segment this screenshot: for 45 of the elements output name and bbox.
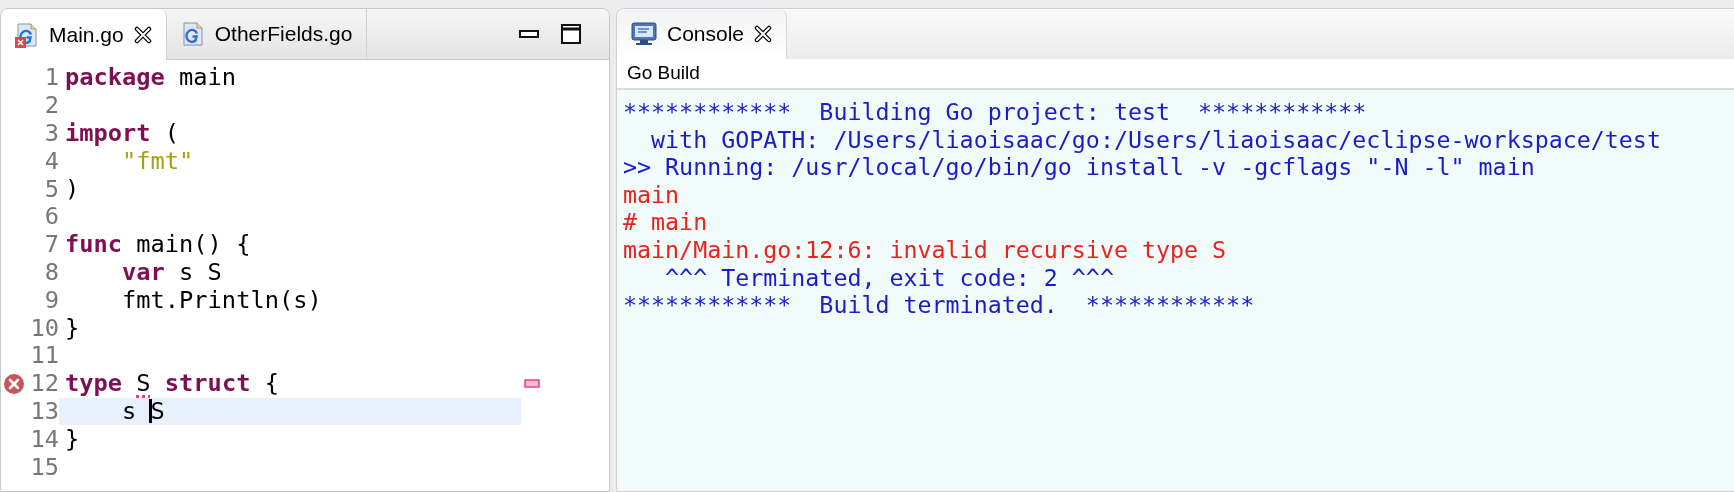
console-line: main/Main.go:12:6: invalid recursive type S xyxy=(623,235,1227,264)
line-number: 10 xyxy=(30,314,59,342)
close-icon[interactable] xyxy=(133,25,152,44)
console-line: main xyxy=(623,180,680,209)
line-number: 4 xyxy=(44,147,59,175)
editor-tab[interactable]: Main.go xyxy=(1,9,167,60)
code-line: package main xyxy=(65,63,237,92)
console-line: ^^^ Terminated, exit code: 2 ^^^ xyxy=(664,263,1114,292)
line-number: 12 xyxy=(30,370,59,398)
line-number: 14 xyxy=(30,425,59,453)
console-tab[interactable]: Console xyxy=(617,9,788,59)
code-line: type S struct { xyxy=(65,369,279,398)
console-line: # main xyxy=(623,208,708,236)
code-line: import ( xyxy=(65,119,180,147)
minimize-icon[interactable] xyxy=(519,30,539,38)
line-number: 3 xyxy=(44,120,59,147)
line-number: 7 xyxy=(44,231,59,259)
line-number: 2 xyxy=(44,92,59,120)
line-number: 15 xyxy=(30,453,59,481)
line-number: 5 xyxy=(44,175,59,203)
line-number: 8 xyxy=(44,258,59,286)
line-number: 6 xyxy=(44,203,59,231)
code-line: ) xyxy=(65,174,80,203)
line-number: 13 xyxy=(30,397,59,425)
code-line: } xyxy=(65,313,80,342)
console-line: ************ Build terminated. ************ xyxy=(623,291,1255,319)
code-line: fmt.Println(s) xyxy=(121,285,322,314)
code-line: func main() { xyxy=(65,230,251,259)
error-overview-mark[interactable] xyxy=(524,378,540,388)
text-cursor xyxy=(148,398,152,423)
code-line: var s S xyxy=(121,257,222,286)
line-number: 11 xyxy=(30,342,59,370)
code-line: s S xyxy=(121,396,165,425)
code-line: "fmt" xyxy=(121,146,194,175)
go-file-icon xyxy=(180,21,205,47)
console-line: with GOPATH: /Users/liaoisaac/go:/Users/liaoisaac/eclipse-workspace/test xyxy=(650,125,1661,154)
maximize-icon[interactable] xyxy=(561,24,581,44)
line-number: 1 xyxy=(44,64,59,92)
console-line: >> Running: /usr/local/go/bin/go install -v -gcflags "-N -l" main xyxy=(623,153,1535,181)
close-icon[interactable] xyxy=(754,25,773,43)
code-line: } xyxy=(65,424,80,453)
monitor-icon xyxy=(631,22,657,46)
console-line: ************ Building Go project: test ************ xyxy=(623,98,1367,126)
line-number: 9 xyxy=(44,286,59,314)
editor-tab[interactable]: OtherFields.go xyxy=(166,9,368,59)
